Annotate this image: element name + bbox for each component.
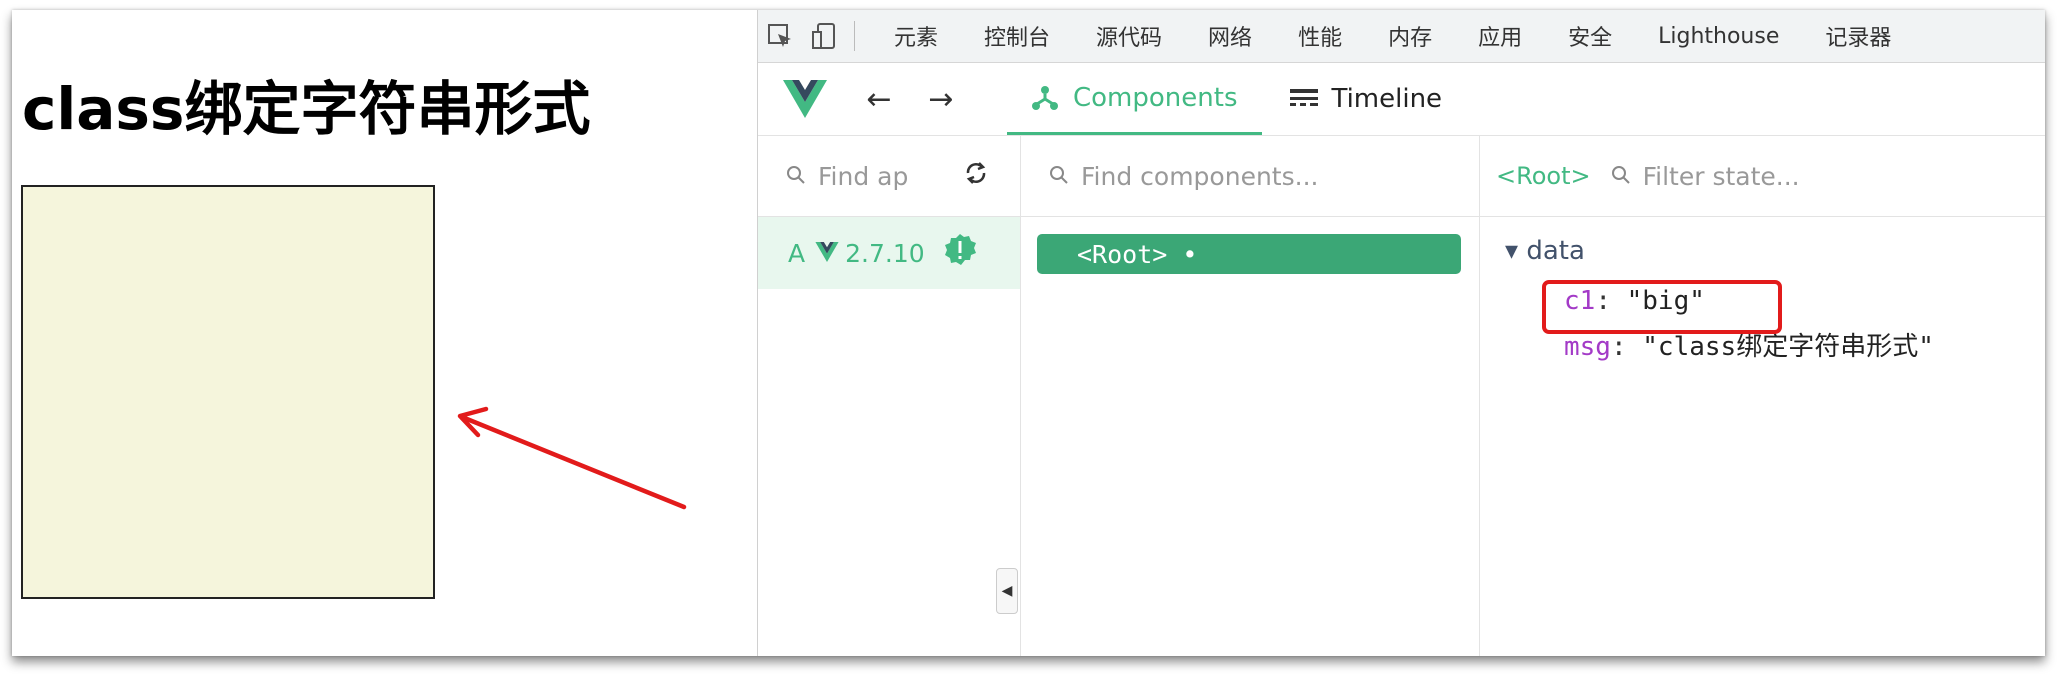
toolbar-separator — [854, 21, 855, 51]
components-tree-icon — [1032, 85, 1058, 110]
state-filter-placeholder: Filter state... — [1642, 161, 1800, 191]
tab-components-label: Components — [1073, 82, 1238, 113]
vue-devtools-header: ← → Components Timeline — [758, 63, 2045, 136]
components-panel: Find components... <Root> • — [1021, 136, 1480, 656]
annotation-arrow — [457, 406, 687, 510]
tab-memory[interactable]: 内存 — [1365, 20, 1455, 52]
tab-console[interactable]: 控制台 — [961, 20, 1073, 52]
data-section-toggle[interactable]: ▾ data — [1505, 236, 1585, 266]
tab-timeline-label: Timeline — [1331, 84, 1443, 114]
components-search-placeholder: Find components... — [1081, 161, 1319, 191]
warning-icon — [943, 233, 977, 273]
components-search[interactable]: Find components... — [1021, 136, 1479, 217]
search-icon — [1049, 162, 1069, 191]
app-letter: A — [788, 238, 806, 268]
search-icon — [1611, 162, 1631, 191]
tab-network[interactable]: 网络 — [1185, 20, 1275, 52]
apps-search[interactable]: Find ap — [758, 136, 1020, 217]
tab-security[interactable]: 安全 — [1545, 20, 1635, 52]
app-version: 2.7.10 — [845, 238, 925, 268]
inspect-element-icon[interactable] — [758, 10, 802, 62]
tab-recorder[interactable]: 记录器 — [1802, 20, 1914, 52]
collapse-panel-handle[interactable]: ◀ — [996, 568, 1018, 614]
demo-box — [21, 185, 435, 599]
tab-sources[interactable]: 源代码 — [1073, 20, 1185, 52]
refresh-icon[interactable] — [962, 159, 990, 193]
devtools-toolbar: 元素 控制台 源代码 网络 性能 内存 应用 安全 Lighthouse 记录器 — [758, 10, 2045, 63]
page-title: class绑定字符串形式 — [22, 75, 591, 143]
apps-search-placeholder: Find ap — [818, 161, 909, 191]
vue-small-icon — [815, 239, 839, 268]
apps-panel: Find ap A 2.7.10 ◀ — [758, 136, 1021, 656]
annotation-highlight-box — [1542, 280, 1782, 334]
tab-application[interactable]: 应用 — [1455, 20, 1545, 52]
search-icon — [786, 162, 806, 191]
forward-arrow-icon[interactable]: → — [925, 82, 957, 117]
tab-timeline[interactable]: Timeline — [1289, 84, 1443, 114]
tab-lighthouse[interactable]: Lighthouse — [1635, 24, 1802, 49]
state-filter[interactable]: <Root> Filter state... — [1480, 136, 2045, 217]
tab-performance[interactable]: 性能 — [1275, 20, 1365, 52]
state-value: "class绑定字符串形式" — [1642, 332, 1934, 362]
state-key: msg — [1564, 332, 1611, 362]
timeline-icon — [1289, 89, 1318, 106]
state-panel: <Root> Filter state... ▾ data c1: "big" … — [1480, 136, 2045, 656]
back-arrow-icon[interactable]: ← — [863, 82, 895, 117]
app-item[interactable]: A 2.7.10 — [758, 217, 1020, 289]
selected-component-tag: <Root> — [1496, 162, 1591, 190]
tab-elements[interactable]: 元素 — [871, 20, 961, 52]
vue-logo-icon — [783, 80, 833, 118]
device-toolbar-icon[interactable] — [802, 10, 846, 62]
root-component-node[interactable]: <Root> • — [1037, 234, 1461, 274]
tab-components[interactable]: Components — [1007, 63, 1262, 135]
devtools-panel: 元素 控制台 源代码 网络 性能 内存 应用 安全 Lighthouse 记录器… — [757, 10, 2045, 656]
screenshot-frame: class绑定字符串形式 元素 控制台 源代码 网络 性能 内存 应用 安全 L… — [12, 10, 2045, 656]
